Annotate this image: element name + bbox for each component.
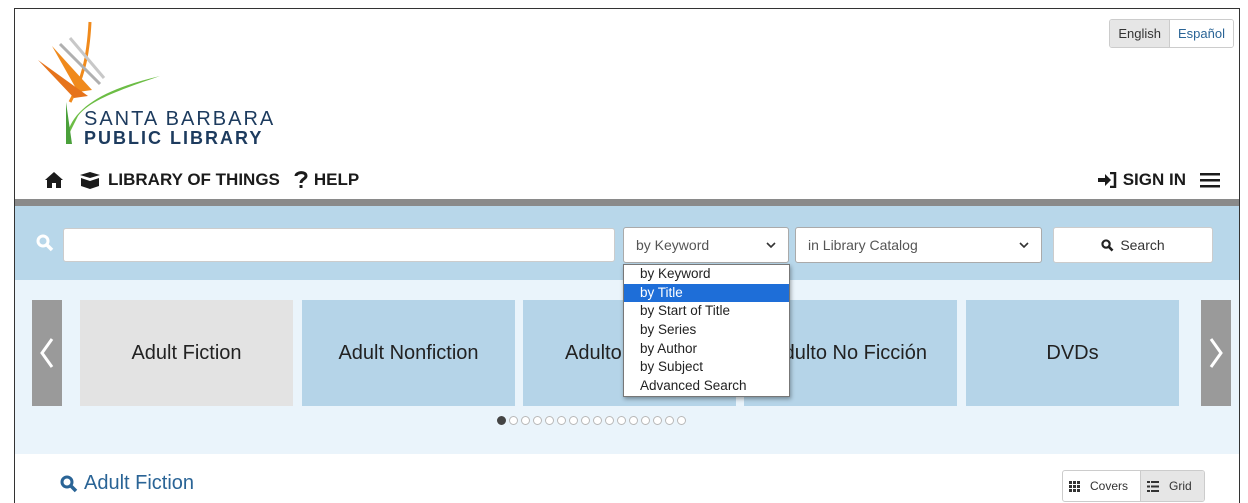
dropdown-option[interactable]: Advanced Search [624, 377, 789, 396]
language-espanol-button[interactable]: Español [1170, 20, 1233, 47]
carousel-dot[interactable] [521, 416, 530, 425]
dropdown-option[interactable]: by Author [624, 340, 789, 359]
carousel-dot[interactable] [641, 416, 650, 425]
dropdown-option[interactable]: by Series [624, 321, 789, 340]
carousel-dot[interactable] [605, 416, 614, 425]
logo-line2: PUBLIC LIBRARY [84, 128, 264, 148]
home-icon [45, 172, 63, 188]
carousel-dot[interactable] [533, 416, 542, 425]
carousel-dot[interactable] [509, 416, 518, 425]
search-by-select[interactable]: by Keyword [623, 227, 789, 263]
language-switcher: English Español [1109, 19, 1234, 48]
view-toggle: Covers Grid [1062, 470, 1205, 502]
covers-label: Covers [1090, 479, 1129, 493]
box-open-icon [80, 172, 100, 189]
carousel-dot[interactable] [677, 416, 686, 425]
list-icon [1147, 480, 1160, 492]
sign-in-icon [1097, 172, 1116, 188]
carousel-prev-button[interactable] [32, 300, 62, 406]
chevron-right-icon [1209, 338, 1223, 368]
carousel-dot[interactable] [593, 416, 602, 425]
home-link[interactable] [44, 171, 64, 189]
search-icon [1101, 238, 1114, 251]
main-nav: LIBRARY OF THINGS HELP [44, 170, 359, 190]
carousel-dot[interactable] [665, 416, 674, 425]
carousel-tile[interactable]: Adult Nonfiction [302, 300, 515, 406]
search-button-label: Search [1120, 237, 1165, 253]
carousel-dot[interactable] [557, 416, 566, 425]
section-title: Adult Fiction [84, 472, 195, 494]
dropdown-option[interactable]: by Start of Title [624, 302, 789, 321]
account-nav: SIGN IN [1097, 170, 1220, 190]
dropdown-option[interactable]: by Title [624, 283, 789, 303]
help-label: HELP [313, 170, 360, 189]
menu-icon[interactable] [1200, 172, 1220, 188]
search-input[interactable] [63, 228, 615, 262]
search-by-value: by Keyword [636, 237, 710, 253]
search-button[interactable]: Search [1053, 227, 1213, 263]
search-in-value: in Library Catalog [808, 237, 918, 253]
section-title-link[interactable]: Adult Fiction [60, 472, 194, 495]
grid-icon [1069, 480, 1080, 492]
carousel-dot[interactable] [653, 416, 662, 425]
library-of-things-link[interactable]: LIBRARY OF THINGS [78, 170, 280, 190]
library-of-things-label: LIBRARY OF THINGS [108, 170, 280, 189]
search-by-dropdown: by Keyword by Title by Start of Title by Se… [623, 264, 790, 397]
grid-view-button[interactable]: Grid [1140, 471, 1204, 501]
language-english-button[interactable]: English [1110, 20, 1171, 47]
carousel-tile[interactable]: DVDs [966, 300, 1179, 406]
search-in-select[interactable]: in Library Catalog [795, 227, 1042, 263]
sign-in-link[interactable]: SIGN IN [1097, 170, 1186, 190]
carousel-dot[interactable] [617, 416, 626, 425]
question-icon [294, 171, 308, 188]
chevron-left-icon [40, 338, 54, 368]
dropdown-option[interactable]: by Keyword [624, 265, 789, 284]
carousel-dot[interactable] [581, 416, 590, 425]
covers-view-button[interactable]: Covers [1063, 471, 1140, 501]
carousel-dot[interactable] [497, 416, 506, 425]
carousel-dots [497, 416, 686, 425]
carousel-next-button[interactable] [1201, 300, 1231, 406]
chevron-down-icon [1019, 242, 1029, 248]
dropdown-option[interactable]: by Subject [624, 358, 789, 377]
carousel-dot[interactable] [629, 416, 638, 425]
help-link[interactable]: HELP [294, 170, 359, 190]
carousel-tile[interactable]: Adult Fiction [80, 300, 293, 406]
chevron-down-icon [766, 242, 776, 248]
carousel-dot[interactable] [569, 416, 578, 425]
grid-label: Grid [1169, 479, 1192, 493]
sign-in-label: SIGN IN [1122, 170, 1186, 189]
nav-divider [15, 199, 1239, 206]
search-icon [36, 234, 54, 252]
search-icon [60, 475, 78, 492]
carousel-dot[interactable] [545, 416, 554, 425]
